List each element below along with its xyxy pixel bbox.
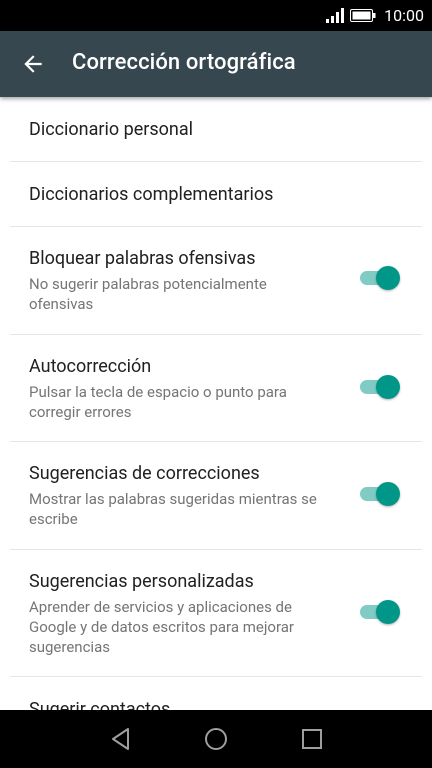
- item-title: Sugerir contactos: [29, 699, 171, 710]
- item-subtitle: Aprender de servicios y aplicaciones de …: [29, 598, 295, 656]
- settings-item-personal-dictionary[interactable]: Diccionario personal: [10, 97, 422, 162]
- settings-item-correction-suggestions[interactable]: Sugerencias de correcciones Mostrar las …: [10, 442, 422, 550]
- toggle-thumb: [376, 600, 400, 624]
- item-title: Diccionario personal: [29, 119, 194, 140]
- item-subtitle: Mostrar las palabras sugeridas mientras …: [29, 490, 317, 528]
- personalized-suggestions-toggle[interactable]: [360, 600, 400, 624]
- item-title: Diccionarios complementarios: [29, 184, 274, 205]
- nav-back-icon[interactable]: [106, 724, 136, 754]
- item-title: Bloquear palabras ofensivas: [29, 248, 256, 269]
- item-title: Sugerencias personalizadas: [29, 571, 254, 592]
- item-subtitle: Pulsar la tecla de espacio o punto para …: [29, 383, 287, 421]
- settings-item-suggest-contacts[interactable]: Sugerir contactos: [10, 677, 422, 710]
- status-bar: 10:00: [0, 0, 432, 31]
- settings-list: Diccionario personal Diccionarios comple…: [0, 97, 432, 710]
- block-offensive-toggle[interactable]: [360, 266, 400, 290]
- toggle-thumb: [376, 375, 400, 399]
- signal-icon: [326, 8, 344, 23]
- settings-item-autocorrect[interactable]: Autocorrección Pulsar la tecla de espaci…: [10, 335, 422, 442]
- settings-item-personalized-suggestions[interactable]: Sugerencias personalizadas Aprender de s…: [10, 550, 422, 677]
- correction-suggestions-toggle[interactable]: [360, 482, 400, 506]
- battery-icon: [350, 9, 376, 22]
- back-arrow-icon[interactable]: [20, 51, 46, 77]
- item-title: Autocorrección: [29, 356, 152, 377]
- nav-home-icon[interactable]: [201, 724, 231, 754]
- settings-item-block-offensive[interactable]: Bloquear palabras ofensivas No sugerir p…: [10, 227, 422, 335]
- status-time: 10:00: [384, 6, 424, 25]
- item-subtitle: No sugerir palabras potencialmente ofens…: [29, 275, 267, 313]
- item-title: Sugerencias de correcciones: [29, 463, 260, 484]
- toggle-thumb: [376, 482, 400, 506]
- navigation-bar: [0, 710, 432, 768]
- page-title: Corrección ortográfica: [72, 50, 296, 75]
- settings-item-addon-dictionaries[interactable]: Diccionarios complementarios: [10, 162, 422, 227]
- app-toolbar: Corrección ortográfica: [0, 31, 432, 97]
- nav-recents-icon[interactable]: [297, 724, 327, 754]
- autocorrect-toggle[interactable]: [360, 375, 400, 399]
- toggle-thumb: [376, 266, 400, 290]
